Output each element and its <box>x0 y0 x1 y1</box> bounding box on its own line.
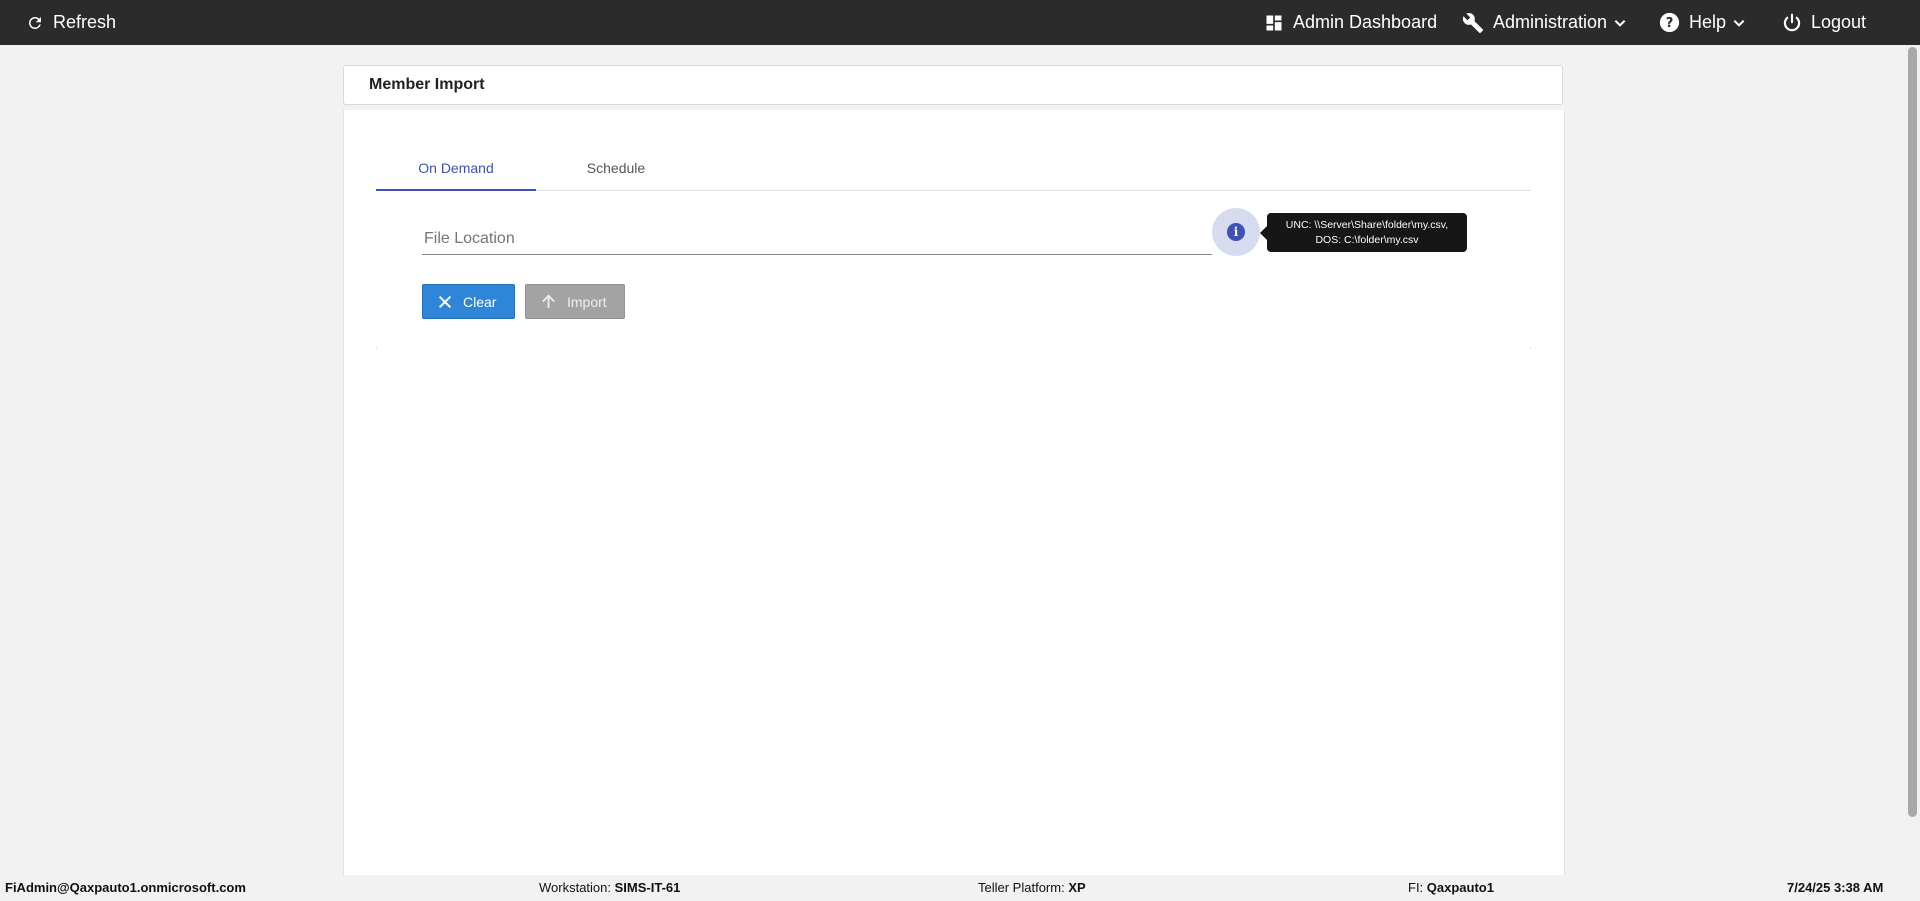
info-icon: i <box>1227 223 1245 241</box>
workstation-label: Workstation: <box>539 880 612 895</box>
arrow-up-icon <box>540 293 557 310</box>
active-tab-indicator <box>376 189 536 191</box>
fi-info: FI: Qaxpauto1 <box>1408 880 1494 895</box>
clear-button[interactable]: Clear <box>422 284 515 319</box>
close-icon <box>437 294 453 310</box>
refresh-icon <box>26 14 44 32</box>
help-menu[interactable]: ? Help <box>1659 0 1746 45</box>
section-divider <box>376 348 1531 349</box>
admin-dashboard-label: Admin Dashboard <box>1293 12 1438 32</box>
import-label: Import <box>567 293 607 310</box>
current-user: FiAdmin@Qaxpauto1.onmicrosoft.com <box>5 880 246 895</box>
fi-label: FI: <box>1408 880 1424 895</box>
file-location-input[interactable] <box>422 223 1216 255</box>
svg-text:?: ? <box>1666 16 1674 31</box>
top-navigation-bar: Refresh Admin Dashboard Administration ?… <box>0 0 1920 45</box>
clear-label: Clear <box>463 293 497 310</box>
page-header: Member Import <box>343 65 1563 105</box>
scrollbar-thumb[interactable] <box>1908 47 1917 817</box>
chevron-down-icon <box>1732 16 1746 30</box>
import-button[interactable]: Import <box>525 284 625 319</box>
tooltip-line-dos: DOS: C:\folder\my.csv <box>1315 233 1419 246</box>
teller-platform-label: Teller Platform: <box>978 880 1065 895</box>
teller-platform-value: XP <box>1068 880 1086 895</box>
administration-menu[interactable]: Administration <box>1462 0 1627 45</box>
help-label: Help <box>1689 12 1727 32</box>
admin-dashboard-link[interactable]: Admin Dashboard <box>1264 0 1437 45</box>
workstation-info: Workstation: SIMS-IT-61 <box>539 880 680 895</box>
page-scrollbar[interactable] <box>1905 45 1920 875</box>
file-location-field <box>422 223 1216 255</box>
workstation-value: SIMS-IT-61 <box>614 880 681 895</box>
member-import-card: On Demand Schedule i UNC: \\Server\Share… <box>343 110 1565 875</box>
tab-schedule[interactable]: Schedule <box>536 146 696 190</box>
info-button[interactable]: i <box>1212 208 1260 256</box>
fi-value: Qaxpauto1 <box>1426 880 1494 895</box>
tab-on-demand[interactable]: On Demand <box>376 146 536 190</box>
tooltip-line-unc: UNC: \\Server\Share\folder\my.csv, <box>1285 218 1449 231</box>
wrench-icon <box>1462 12 1484 34</box>
administration-label: Administration <box>1493 12 1608 32</box>
teller-platform-info: Teller Platform: XP <box>978 880 1086 895</box>
chevron-down-icon <box>1613 16 1627 30</box>
refresh-label: Refresh <box>53 12 117 32</box>
logout-label: Logout <box>1811 12 1867 32</box>
help-circle-icon: ? <box>1659 12 1680 33</box>
power-icon <box>1782 13 1802 33</box>
refresh-button[interactable]: Refresh <box>26 0 116 45</box>
datetime: 7/24/25 3:38 AM <box>1787 880 1884 895</box>
file-location-tooltip: UNC: \\Server\Share\folder\my.csv, DOS: … <box>1260 213 1467 252</box>
dashboard-icon <box>1264 13 1284 33</box>
tab-bar: On Demand Schedule <box>376 146 1531 191</box>
logout-button[interactable]: Logout <box>1782 0 1866 45</box>
page-title: Member Import <box>369 76 485 93</box>
status-bar: FiAdmin@Qaxpauto1.onmicrosoft.com Workst… <box>0 875 1920 901</box>
